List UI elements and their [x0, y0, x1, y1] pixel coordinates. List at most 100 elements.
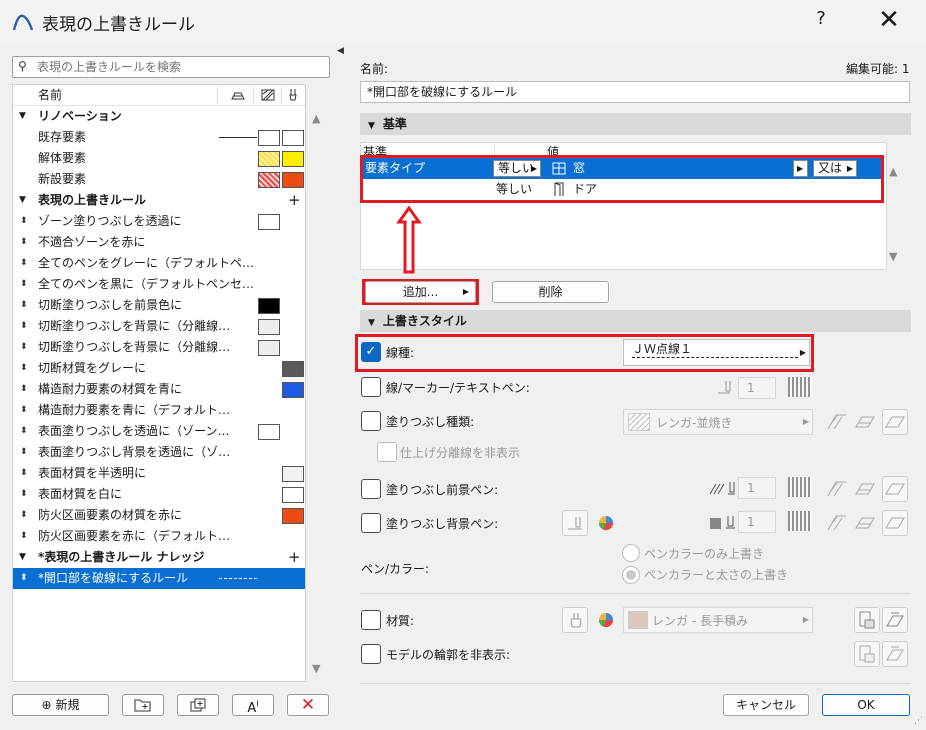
list-item[interactable]: ⬍ ゾーン塗りつぶしを透過に [13, 211, 305, 232]
pen-color-weight-radio[interactable] [622, 566, 640, 584]
pen-color-swatch[interactable] [788, 377, 812, 397]
scroll-down-icon[interactable]: ▼ [312, 662, 320, 675]
group-knowledge[interactable]: ▼ *表現の上書きルール ナレッジ + [13, 547, 305, 568]
hide-contour-checkbox[interactable] [361, 644, 381, 664]
cut-fill-icon[interactable] [826, 514, 848, 532]
cut-fill-icon[interactable] [826, 413, 848, 431]
drag-handle-icon[interactable]: ⬍ [20, 400, 28, 421]
drag-handle-icon[interactable]: ⬍ [20, 295, 28, 316]
list-item[interactable]: ⬍ 切断塗りつぶしを前景色に [13, 295, 305, 316]
bg-pen-color-swatch[interactable] [788, 511, 812, 531]
scroll-up-icon[interactable]: ▲ [312, 112, 320, 125]
list-item[interactable]: ⬍ 構造耐力要素を青に（デフォルト… [13, 400, 305, 421]
list-scrollbar[interactable]: ▲ ▼ [306, 84, 330, 682]
material-settings-button[interactable] [882, 607, 908, 633]
pen-picker-button[interactable] [562, 510, 588, 536]
list-item[interactable]: ⬍ 防火区画要素の材質を赤に [13, 505, 305, 526]
drag-handle-icon[interactable]: ⬍ [20, 421, 28, 442]
drag-handle-icon[interactable]: ⬍ [20, 484, 28, 505]
material-picker-button[interactable] [562, 607, 588, 633]
drag-handle-icon[interactable]: ⬍ [20, 232, 28, 253]
drag-handle-icon[interactable]: ⬍ [20, 568, 28, 589]
list-item[interactable]: ⬍ 切断塗りつぶしを背景に（分離線… [13, 337, 305, 358]
drafting-fill-button[interactable] [882, 510, 908, 536]
fill-fg-pen-value[interactable]: 1 [738, 477, 776, 499]
help-button[interactable]: ? [806, 8, 836, 29]
list-item[interactable]: ⬍ 不適合ゾーンを赤に [13, 232, 305, 253]
rule-name-field[interactable]: *開口部を破線にするルール [360, 81, 910, 103]
drag-handle-icon[interactable]: ⬍ [20, 211, 28, 232]
drag-handle-icon[interactable]: ⬍ [20, 526, 28, 547]
list-item[interactable]: ⬍ 切断塗りつぶしを背景に（分離線… [13, 316, 305, 337]
list-item[interactable]: ⬍ 防火区画要素を赤に（デフォルト… [13, 526, 305, 547]
delete-rule-button[interactable]: ✕ [287, 694, 329, 716]
drafting-fill-button[interactable] [882, 409, 908, 435]
add-rule-icon[interactable]: + [288, 547, 301, 568]
list-item[interactable]: 既存要素 [13, 127, 305, 148]
drag-handle-icon[interactable]: ⬍ [20, 358, 28, 379]
drag-handle-icon[interactable]: ⬍ [20, 505, 28, 526]
collapse-icon[interactable]: ▼ [19, 190, 26, 211]
drag-handle-icon[interactable]: ⬍ [20, 337, 28, 358]
list-item[interactable]: ⬍ 全てのペンをグレーに（デフォルトペ… [13, 253, 305, 274]
add-rule-icon[interactable]: + [288, 190, 301, 211]
surface-fill-icon[interactable] [854, 413, 876, 431]
collapse-icon[interactable]: ▼ [19, 106, 26, 127]
list-item[interactable]: 解体要素 [13, 148, 305, 169]
delete-criteria-button[interactable]: 削除 [492, 281, 609, 303]
material-catalog-button[interactable] [854, 607, 880, 633]
cut-fill-icon[interactable] [826, 480, 848, 498]
fill-type-checkbox[interactable] [361, 411, 381, 431]
drag-handle-icon[interactable]: ⬍ [20, 316, 28, 337]
ok-button[interactable]: OK [822, 694, 910, 716]
fg-pen-color-swatch[interactable] [788, 477, 812, 497]
group-renovation[interactable]: ▼ リノベーション [13, 106, 305, 127]
collapse-panel-icon[interactable]: ◀ [337, 46, 344, 56]
fill-fg-pen-checkbox[interactable] [361, 479, 381, 499]
drag-handle-icon[interactable]: ⬍ [20, 463, 28, 484]
color-palette-icon[interactable] [597, 514, 615, 532]
contour-settings-button[interactable] [882, 641, 908, 667]
list-item-selected[interactable]: ⬍ *開口部を破線にするルール [13, 568, 305, 589]
drag-handle-icon[interactable]: ⬍ [20, 442, 28, 463]
pen-color-only-radio[interactable] [622, 544, 640, 562]
list-item[interactable]: ⬍ 切断材質をグレーに [13, 358, 305, 379]
drag-handle-icon[interactable]: ⬍ [20, 274, 28, 295]
search-box[interactable]: ⚲ [12, 56, 330, 78]
list-item[interactable]: ⬍ 表面材質を半透明に [13, 463, 305, 484]
collapse-icon[interactable]: ▼ [19, 547, 26, 568]
new-folder-button[interactable] [122, 694, 164, 716]
linetype-dropdown[interactable]: ＪＷ点線１ ▶ [623, 339, 810, 366]
color-palette-icon[interactable] [597, 611, 615, 629]
panel-splitter[interactable]: ◀ [336, 44, 344, 730]
add-criteria-button[interactable]: 追加... ▶ [365, 281, 476, 303]
drafting-fill-button[interactable] [882, 476, 908, 502]
contour-option-button[interactable] [854, 641, 880, 667]
search-input[interactable] [35, 59, 325, 75]
material-dropdown[interactable]: レンガ - 長手積み ▶ [623, 607, 813, 633]
list-item[interactable]: ⬍ 全てのペンを黒に（デフォルトペンセ… [13, 274, 305, 295]
group-override-rules[interactable]: ▼ 表現の上書きルール + [13, 190, 305, 211]
drag-handle-icon[interactable]: ⬍ [20, 253, 28, 274]
resize-grip-icon[interactable]: ⋰ [914, 716, 923, 726]
scroll-up-icon[interactable]: ▲ [889, 165, 897, 178]
fill-bg-pen-value[interactable]: 1 [738, 511, 776, 533]
new-rule-button[interactable]: ⊕ 新規 [12, 694, 109, 716]
drag-handle-icon[interactable]: ⬍ [20, 379, 28, 400]
list-item[interactable]: ⬍ 表面材質を白に [13, 484, 305, 505]
material-checkbox[interactable] [361, 610, 381, 630]
list-item[interactable]: ⬍ 表面塗りつぶし背景を透過に（ゾ… [13, 442, 305, 463]
duplicate-button[interactable] [177, 694, 219, 716]
rules-list[interactable]: 名前 ▼ リノベーション 既存要素 解体要素 新設要素 ▼ 表現の上書きルール … [12, 84, 306, 682]
list-item[interactable]: ⬍ 構造耐力要素の材質を青に [13, 379, 305, 400]
cancel-button[interactable]: キャンセル [723, 694, 809, 716]
close-button[interactable]: ✕ [872, 5, 906, 35]
list-item[interactable]: 新設要素 [13, 169, 305, 190]
criteria-section-header[interactable]: ▼ 基準 [360, 113, 911, 135]
surface-fill-icon[interactable] [854, 514, 876, 532]
line-pen-value[interactable]: 1 [738, 377, 776, 399]
fill-type-dropdown[interactable]: レンガ-並焼き ▶ [623, 409, 813, 435]
fill-bg-pen-checkbox[interactable] [361, 513, 381, 533]
scroll-down-icon[interactable]: ▼ [889, 250, 897, 263]
list-item[interactable]: ⬍ 表面塗りつぶしを透過に（ゾーン… [13, 421, 305, 442]
